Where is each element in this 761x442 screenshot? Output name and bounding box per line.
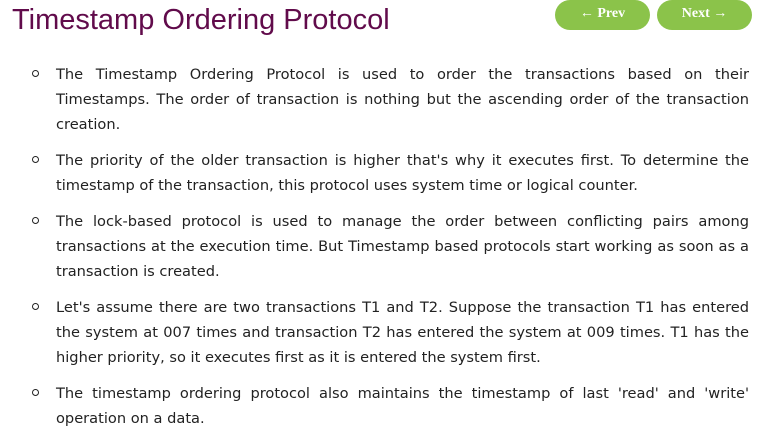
circle-bullet-icon (32, 156, 39, 163)
page-title: Timestamp Ordering Protocol (12, 4, 390, 36)
circle-bullet-icon (32, 217, 39, 224)
list-item-text: The timestamp ordering protocol also mai… (56, 385, 749, 427)
list-item-text: Let's assume there are two transactions … (56, 299, 749, 366)
list-item-text: The priority of the older transaction is… (56, 152, 749, 194)
list-item: Let's assume there are two transactions … (0, 295, 761, 370)
list-item: The timestamp ordering protocol also mai… (0, 381, 761, 431)
list-item: The lock-based protocol is used to manag… (0, 209, 761, 284)
circle-bullet-icon (32, 70, 39, 77)
list-item-text: The Timestamp Ordering Protocol is used … (56, 66, 749, 133)
content-list: The Timestamp Ordering Protocol is used … (0, 62, 761, 442)
prev-button[interactable]: ← Prev (555, 0, 650, 30)
list-item: The Timestamp Ordering Protocol is used … (0, 62, 761, 137)
circle-bullet-icon (32, 303, 39, 310)
circle-bullet-icon (32, 389, 39, 396)
next-button[interactable]: Next → (657, 0, 752, 30)
list-item-text: The lock-based protocol is used to manag… (56, 213, 749, 280)
list-item: The priority of the older transaction is… (0, 148, 761, 198)
